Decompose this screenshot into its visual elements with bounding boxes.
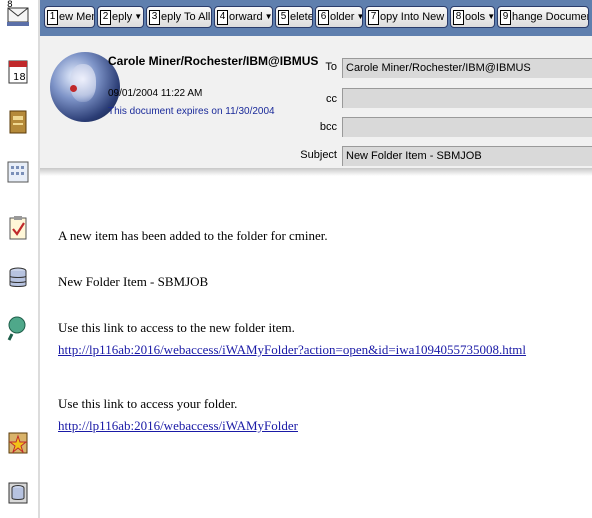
tools-button[interactable]: 8 ools ▼	[450, 6, 495, 28]
accelerator-key: 8	[453, 10, 464, 25]
button-label: orward	[229, 11, 263, 23]
accelerator-key: 7	[368, 10, 379, 25]
body-line-item-link-intro: Use this link to access to the new folde…	[58, 320, 295, 335]
planner-icon[interactable]	[5, 158, 31, 186]
accelerator-key: 1	[47, 10, 58, 25]
reply-button[interactable]: 2 eply ▼	[97, 6, 144, 28]
button-label: ools	[465, 11, 486, 23]
action-bar: 1ew Memo 2eply▼ 3eply To All▼ 4orward▼ 5…	[40, 0, 592, 36]
to-label: To	[325, 61, 337, 73]
button-label: older	[330, 11, 355, 23]
button-label: elete	[290, 11, 313, 23]
todo-icon[interactable]	[5, 214, 31, 242]
cc-label: cc	[326, 93, 337, 105]
body-line-folder-link-intro: Use this link to access your folder.	[58, 396, 238, 411]
calendar-icon[interactable]: 18	[5, 58, 31, 86]
accelerator-key: 9	[500, 10, 511, 25]
sent-date: 09/01/2004 11:22 AM	[108, 88, 203, 99]
chevron-down-icon: ▼	[446, 12, 447, 21]
bcc-label: bcc	[319, 121, 337, 133]
chevron-down-icon: ▼	[487, 12, 495, 21]
expiration-notice: This document expires on 11/30/2004	[108, 106, 275, 117]
header-divider	[40, 168, 592, 176]
to-field[interactable]: Carole Miner/Rochester/IBM@IBMUS	[342, 58, 592, 78]
memo-header: Carole Miner/Rochester/IBM@IBMUS 09/01/2…	[40, 36, 592, 168]
button-label: hange Document Expiration	[512, 11, 588, 23]
chevron-down-icon: ▼	[134, 12, 143, 21]
bcc-field[interactable]	[342, 117, 592, 137]
accelerator-key: 6	[318, 10, 329, 25]
button-label: eply To All	[161, 11, 211, 23]
change-document-expiration-button[interactable]: 9hange Document Expiration	[497, 6, 589, 28]
favorites-icon[interactable]	[5, 428, 31, 456]
new-memo-button[interactable]: 1ew Memo	[44, 6, 95, 28]
button-label: eply	[112, 11, 133, 23]
folder-button[interactable]: 6older▼	[315, 6, 363, 28]
body-line-item-title: New Folder Item - SBMJOB	[58, 274, 209, 289]
subject-label: Subject	[300, 149, 337, 161]
search-icon[interactable]	[5, 314, 31, 342]
mail-badge: 8	[7, 0, 13, 10]
cc-field[interactable]	[342, 88, 592, 108]
reply-to-all-button[interactable]: 3eply To All▼	[146, 6, 212, 28]
databases-icon[interactable]	[5, 478, 31, 506]
launcher-sidebar: 8 18	[0, 0, 38, 518]
chevron-down-icon: ▼	[356, 12, 362, 21]
copy-into-new-button[interactable]: 7opy Into New▼	[365, 6, 448, 28]
mail-icon[interactable]: 8	[5, 0, 31, 30]
accelerator-key: 4	[217, 10, 228, 25]
address-book-icon[interactable]	[5, 108, 31, 136]
accelerator-key: 2	[100, 10, 111, 25]
body-line-new-item: A new item has been added to the folder …	[58, 228, 328, 243]
delete-button[interactable]: 5 elete	[275, 6, 313, 28]
subject-field[interactable]: New Folder Item - SBMJOB	[342, 146, 592, 166]
forward-button[interactable]: 4 orward ▼	[214, 6, 273, 28]
accelerator-key: 3	[149, 10, 160, 25]
accelerator-key: 5	[278, 10, 289, 25]
chevron-down-icon: ▼	[264, 12, 273, 21]
folder-item-link[interactable]: http://lp116ab:2016/webaccess/iWAMyFolde…	[58, 342, 526, 357]
button-label: opy Into New	[380, 11, 445, 23]
folder-link[interactable]: http://lp116ab:2016/webaccess/iWAMyFolde…	[58, 418, 298, 433]
database-icon[interactable]	[5, 264, 31, 292]
button-label: ew Memo	[59, 11, 94, 23]
svg-text:18: 18	[13, 72, 26, 83]
